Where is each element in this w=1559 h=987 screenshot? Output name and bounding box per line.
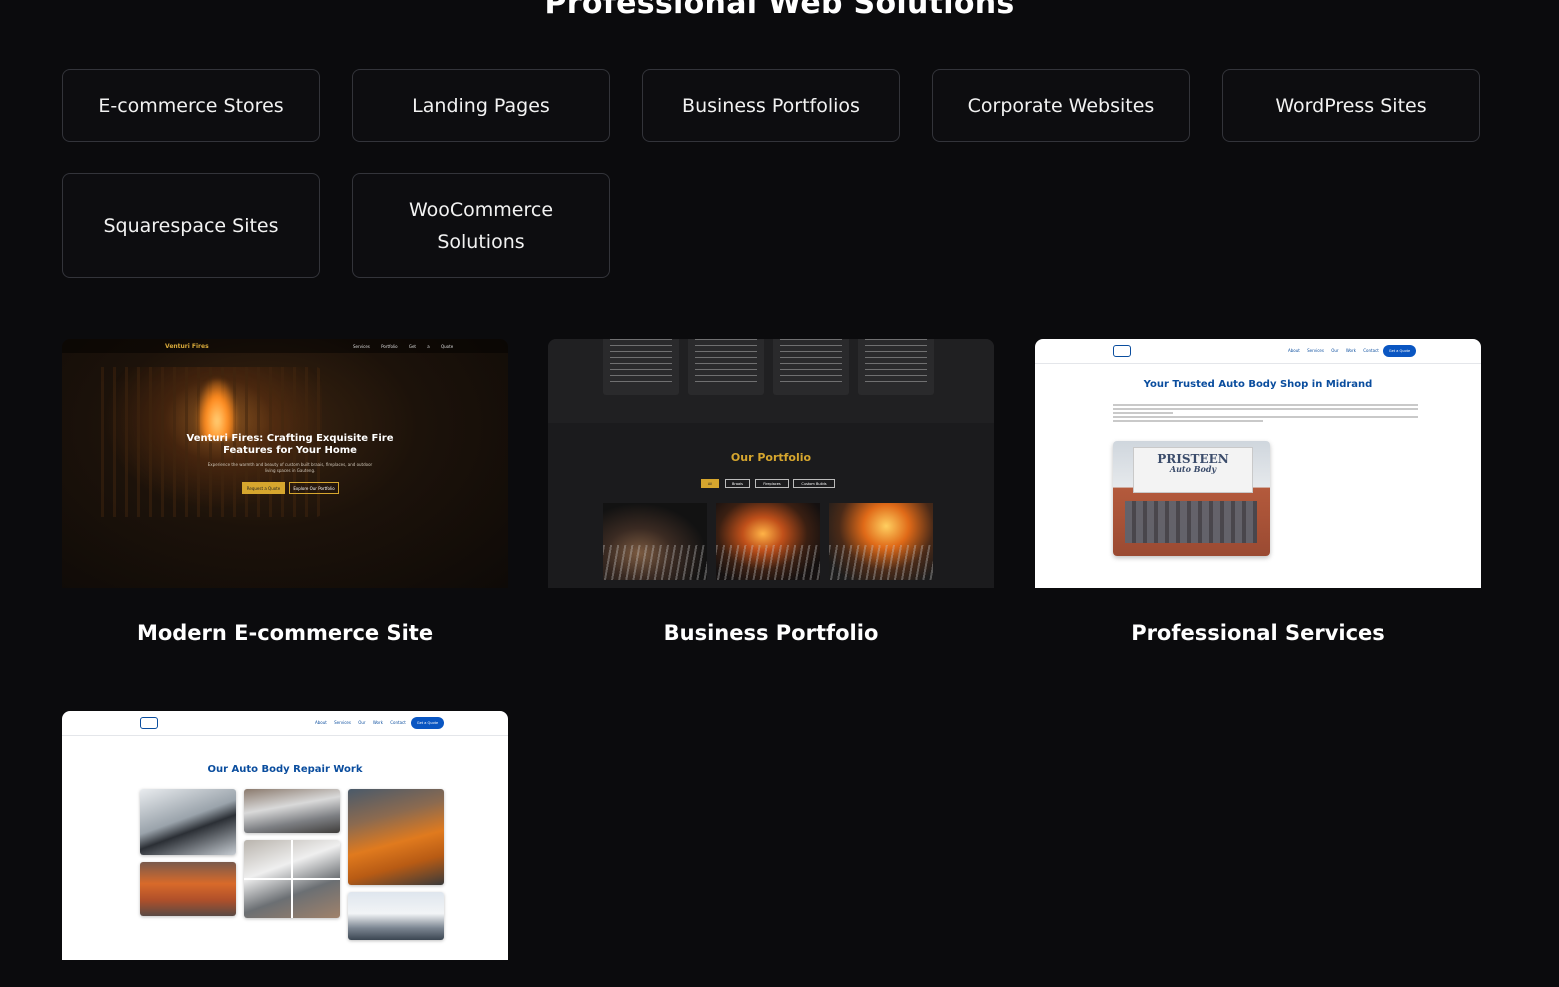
preview-grill-photo <box>716 503 820 580</box>
preview-service-card <box>688 339 764 395</box>
repair-photo-orange-car <box>348 789 444 885</box>
preview-logo-icon <box>1113 345 1131 357</box>
preview-quote-button: Get a Quote <box>411 717 444 729</box>
preview-braai-photo <box>603 503 707 580</box>
preview-crew-image <box>1125 501 1257 543</box>
service-chip-woocommerce[interactable]: WooCommerce Solutions <box>352 173 610 278</box>
service-chip-wordpress[interactable]: WordPress Sites <box>1222 69 1480 142</box>
repair-photo-white-trucks <box>348 892 444 940</box>
section-title: Professional Web Solutions <box>544 0 1015 21</box>
preview-heading: Your Trusted Auto Body Shop in Midrand <box>1143 379 1373 390</box>
repair-photo-damaged-car <box>244 789 340 833</box>
preview-shop-sign: PRISTEEN Auto Body <box>1133 447 1253 493</box>
repair-photo-collage <box>244 840 340 918</box>
preview-portfolio-heading: Our Portfolio <box>730 451 812 464</box>
preview-brand: Venturi Fires <box>165 343 209 350</box>
project-title: Modern E-commerce Site <box>136 621 434 645</box>
service-chip-portfolios[interactable]: Business Portfolios <box>642 69 900 142</box>
preview-portfolio-button: Explore Our Portfolio <box>289 482 339 494</box>
project-thumbnail-auto-body[interactable]: About Services Our Work Contact Get a Qu… <box>1035 339 1481 588</box>
project-title: Professional Services <box>1131 621 1385 645</box>
preview-filter-custom-builds: Custom Builds <box>793 479 835 488</box>
preview-heading: Our Auto Body Repair Work <box>207 764 363 775</box>
preview-quote-button: Get a Quote <box>1383 345 1416 357</box>
preview-flame-photo <box>829 503 933 580</box>
preview-headline: Venturi Fires: Crafting Exquisite Fire F… <box>186 433 394 456</box>
preview-filter-fireplaces: Fireplaces <box>755 479 789 488</box>
preview-nav-links: About Services Our Work Contact <box>315 720 406 725</box>
preview-service-card <box>858 339 934 395</box>
page: Professional Web Solutions E-commerce St… <box>0 0 1559 987</box>
repair-photo-orange-truck <box>140 862 236 916</box>
repair-photo-spray <box>140 789 236 855</box>
preview-shop-photo: PRISTEEN Auto Body <box>1113 441 1270 556</box>
service-chip-corporate[interactable]: Corporate Websites <box>932 69 1190 142</box>
preview-filter-all: All <box>701 479 719 488</box>
preview-subline: Experience the warmth and beauty of cust… <box>207 462 373 473</box>
preview-nav-links: Services Portfolio Get a Quote <box>353 344 454 349</box>
preview-nav-links: About Services Our Work Contact <box>1288 348 1379 353</box>
project-title: Business Portfolio <box>663 621 879 645</box>
fire-image <box>197 379 237 439</box>
project-thumbnail-repair-work[interactable]: About Services Our Work Contact Get a Qu… <box>62 711 508 960</box>
service-chip-ecommerce[interactable]: E-commerce Stores <box>62 69 320 142</box>
preview-service-card <box>773 339 849 395</box>
preview-quote-button: Request a Quote <box>242 482 285 494</box>
preview-service-card <box>603 339 679 395</box>
project-thumbnail-venturi-fires[interactable]: Venturi Fires Services Portfolio Get a Q… <box>62 339 508 588</box>
preview-paragraph-lines <box>1113 402 1418 424</box>
project-thumbnail-portfolio[interactable]: Our Portfolio All Braais Fireplaces Cust… <box>548 339 994 588</box>
preview-logo-icon <box>140 717 158 729</box>
service-chip-squarespace[interactable]: Squarespace Sites <box>62 173 320 278</box>
service-chip-landing[interactable]: Landing Pages <box>352 69 610 142</box>
preview-filter-braais: Braais <box>725 479 750 488</box>
